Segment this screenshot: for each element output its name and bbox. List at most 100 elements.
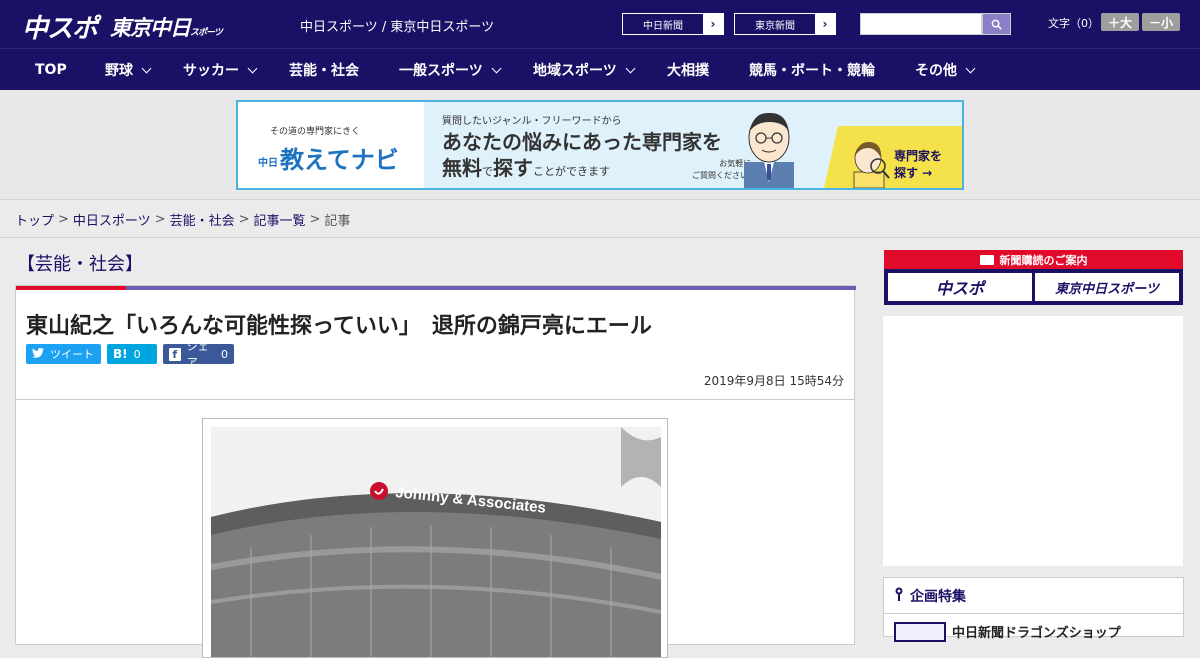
chunichi-shimbun-label: 中日新聞 — [643, 20, 683, 32]
breadcrumb: トップ > 中日スポーツ > 芸能・社会 > 記事一覧 > 記事 — [0, 201, 1200, 238]
nav-item-sumo[interactable]: 大相撲 — [667, 49, 709, 91]
feature-thumbnail — [894, 622, 946, 642]
chevron-down-icon — [141, 63, 152, 73]
breadcrumb-separator: > — [309, 211, 321, 227]
font-size-label: 文字（0） — [1048, 17, 1099, 30]
chuspo-logo[interactable]: 中スポ — [22, 8, 98, 45]
nav-item-other[interactable]: その他 — [915, 49, 976, 91]
nav-item-entertainment[interactable]: 芸能・社会 — [289, 49, 359, 91]
article-card: 東山紀之「いろんな可能性探っていい」 退所の錦戸亮にエール ツイート B! 0 … — [15, 285, 856, 658]
nav-item-soccer[interactable]: サッカー — [183, 49, 258, 91]
tokyo-shimbun-label: 東京新聞 — [755, 20, 795, 32]
feature-heading-text: 企画特集 — [910, 588, 966, 605]
newspaper-icon — [979, 254, 994, 265]
ad-brand-panel: その道の専門家にきく 中日教えてナビ — [238, 102, 424, 188]
article-title: 東山紀之「いろんな可能性探っていい」 退所の錦戸亮にエール — [26, 314, 652, 339]
breadcrumb-separator: > — [58, 211, 69, 227]
nav-label: その他 — [915, 63, 957, 79]
subscription-heading-text: 新聞購読のご案内 — [999, 253, 1088, 267]
subscribe-tokyo-chunichi-button[interactable]: 東京中日スポーツ — [1035, 273, 1179, 301]
ad-line3-c: 探す — [493, 156, 533, 180]
chunichi-shimbun-button[interactable]: 中日新聞 › — [622, 13, 724, 35]
category-heading: 【芸能・社会】 — [17, 254, 143, 275]
ad-brand: 中日教えてナビ — [258, 140, 399, 175]
feature-item-dragons-shop[interactable]: 中日新聞ドラゴンズショップ — [894, 622, 1121, 642]
ad-line3-b: で — [482, 165, 493, 178]
breadcrumb-separator: > — [154, 211, 166, 227]
sidebar-ad-slot[interactable] — [883, 316, 1183, 566]
tokyo-logo-text: 東京中日 — [110, 16, 191, 40]
header-subtitle: 中日スポーツ / 東京中日スポーツ — [300, 20, 495, 35]
article-photo-frame: Johnny & Associates — [202, 418, 668, 658]
chevron-right-icon: › — [815, 14, 835, 34]
ad-brand-text: 教えてナビ — [280, 146, 399, 174]
article-date: 2019年9月8日 15時54分 — [703, 374, 844, 388]
site-header: 中スポ 東京中日スポーツ 中日スポーツ / 東京中日スポーツ 中日新聞 › 東京… — [0, 0, 1200, 48]
woman-magnifier-illustration — [853, 141, 890, 188]
ad-small-text: その道の専門家にきく — [270, 127, 361, 137]
breadcrumb-link-top[interactable]: トップ — [15, 210, 54, 229]
nav-label: 野球 — [105, 63, 133, 79]
breadcrumb-separator: > — [238, 211, 250, 227]
tweet-label: ツイート — [50, 348, 94, 361]
nav-label: 一般スポーツ — [399, 63, 483, 79]
hatena-bookmark-button[interactable]: B! 0 — [107, 344, 157, 364]
font-size-decrease-button[interactable]: －小 — [1142, 13, 1180, 31]
facebook-count: 0 — [221, 347, 228, 361]
ad-message-panel: 質問したいジャンル・フリーワードから あなたの悩みにあった専門家を 無料で探すこ… — [424, 102, 962, 188]
main-nav: TOP 野球 サッカー 芸能・社会 一般スポーツ 地域スポーツ 大相撲 競馬・ボ… — [0, 48, 1200, 90]
hatena-icon: B! — [113, 347, 128, 361]
nav-label: TOP — [35, 62, 67, 78]
chevron-right-icon: › — [703, 14, 723, 34]
ad-cta-panel: 専門家を 探す → — [824, 126, 962, 188]
nav-item-top[interactable]: TOP — [35, 49, 67, 91]
banner-area: その道の専門家にきく 中日教えてナビ 質問したいジャンル・フリーワードから あな… — [0, 90, 1200, 200]
subscription-heading: 新聞購読のご案内 — [884, 250, 1183, 269]
ad-cta-text: 専門家を 探す → — [894, 149, 943, 180]
nav-label: 競馬・ボート・競輪 — [749, 63, 875, 79]
chevron-down-icon — [625, 63, 636, 73]
article-photo[interactable]: Johnny & Associates — [211, 427, 661, 657]
ad-line3-d: ことができます — [533, 165, 610, 178]
facebook-label: シェア — [186, 340, 209, 369]
breadcrumb-link-entertainment[interactable]: 芸能・社会 — [170, 210, 235, 229]
search-icon — [991, 19, 1002, 30]
search-input[interactable] — [860, 13, 982, 35]
feature-item-label: 中日新聞ドラゴンズショップ — [952, 626, 1121, 641]
subscribe-chuspo-button[interactable]: 中スポ — [888, 273, 1032, 301]
nav-item-racing[interactable]: 競馬・ボート・競輪 — [749, 49, 875, 91]
breadcrumb-link-article-list[interactable]: 記事一覧 — [254, 210, 306, 229]
nav-item-baseball[interactable]: 野球 — [105, 49, 152, 91]
article-topbar — [16, 286, 856, 290]
nav-label: サッカー — [183, 63, 239, 79]
ad-line3: 無料で探すことができます — [442, 152, 610, 181]
nav-label: 芸能・社会 — [289, 63, 359, 79]
feature-panel: 企画特集 中日新聞ドラゴンズショップ — [883, 577, 1184, 642]
businessman-illustration — [744, 112, 794, 188]
twitter-icon — [32, 347, 44, 361]
building-photo: Johnny & Associates — [211, 427, 661, 657]
nav-label: 地域スポーツ — [533, 63, 617, 79]
chevron-down-icon — [965, 63, 976, 73]
nav-item-local-sports[interactable]: 地域スポーツ — [533, 49, 636, 91]
tokyo-shimbun-button[interactable]: 東京新聞 › — [734, 13, 836, 35]
pin-icon — [894, 587, 904, 605]
subscription-panel: 新聞購読のご案内 中スポ 東京中日スポーツ — [884, 250, 1183, 305]
nav-label: 大相撲 — [667, 63, 709, 79]
feature-heading: 企画特集 — [884, 578, 1183, 614]
article-divider — [16, 399, 854, 400]
breadcrumb-link-chunichi-sports[interactable]: 中日スポーツ — [73, 210, 151, 229]
nav-item-general-sports[interactable]: 一般スポーツ — [399, 49, 502, 91]
oshiete-navi-ad-banner[interactable]: その道の専門家にきく 中日教えてナビ 質問したいジャンル・フリーワードから あな… — [236, 100, 964, 190]
search-button[interactable] — [982, 13, 1011, 35]
facebook-share-button[interactable]: f シェア 0 — [163, 340, 234, 369]
chevron-down-icon — [491, 63, 502, 73]
tokyo-logo-suffix: スポーツ — [190, 28, 223, 38]
breadcrumb-current: 記事 — [324, 213, 351, 229]
font-size-increase-button[interactable]: ＋大 — [1101, 13, 1139, 31]
tokyo-chunichi-logo[interactable]: 東京中日スポーツ — [110, 12, 223, 42]
ad-line1: 質問したいジャンル・フリーワードから — [442, 116, 622, 127]
ad-line2: あなたの悩みにあった専門家を — [442, 130, 722, 154]
chevron-down-icon — [247, 63, 258, 73]
tweet-button[interactable]: ツイート — [26, 344, 101, 364]
